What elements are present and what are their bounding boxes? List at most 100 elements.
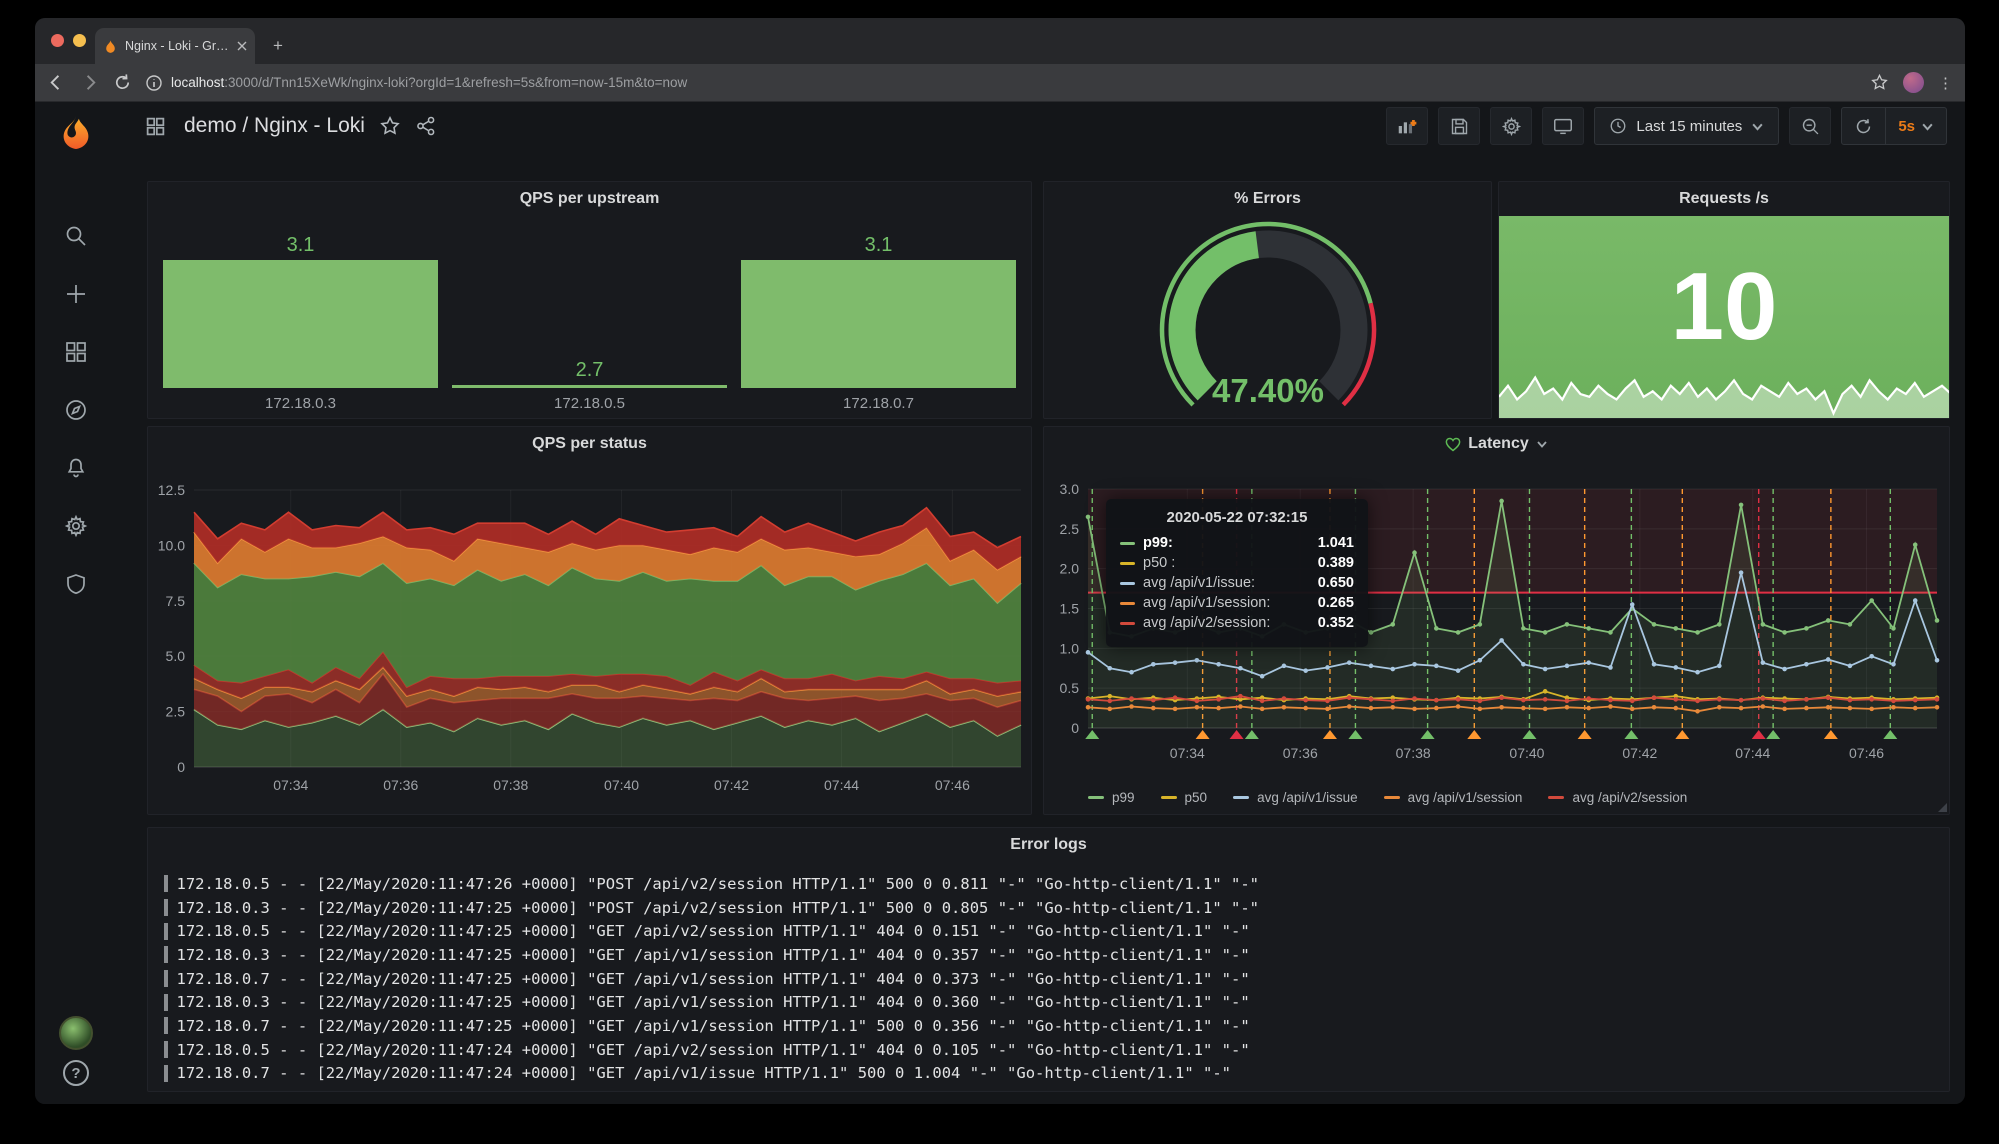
log-level-bar xyxy=(164,1017,168,1034)
legend-item[interactable]: p50 xyxy=(1161,790,1208,805)
sidebar-alerting-button[interactable] xyxy=(55,447,97,489)
log-line[interactable]: 172.18.0.5 - - [22/May/2020:11:47:26 +00… xyxy=(164,872,1939,896)
time-range-label: Last 15 minutes xyxy=(1636,118,1742,135)
log-text: 172.18.0.7 - - [22/May/2020:11:47:24 +00… xyxy=(177,1064,1232,1082)
bar-gauge-column[interactable]: 3.1172.18.0.7 xyxy=(734,216,1023,418)
log-line[interactable]: 172.18.0.7 - - [22/May/2020:11:47:25 +00… xyxy=(164,967,1939,991)
save-dashboard-button[interactable] xyxy=(1438,107,1480,145)
reload-icon[interactable] xyxy=(113,73,132,92)
errors-gauge-chart[interactable]: 47.40% xyxy=(1044,216,1493,420)
log-text: 172.18.0.5 - - [22/May/2020:11:47:24 +00… xyxy=(177,1041,1250,1059)
tooltip-row: p99:1.041 xyxy=(1120,535,1354,551)
grafana-sidebar: ? xyxy=(35,103,117,1104)
legend-item[interactable]: avg /api/v1/issue xyxy=(1233,790,1358,805)
alert-heart-icon xyxy=(1445,437,1461,452)
sidebar-server-admin-button[interactable] xyxy=(55,563,97,605)
panel-resize-handle[interactable] xyxy=(1938,803,1947,812)
tooltip-row: avg /api/v1/session:0.265 xyxy=(1120,595,1354,611)
log-text: 172.18.0.5 - - [22/May/2020:11:47:25 +00… xyxy=(177,922,1250,940)
log-line[interactable]: 172.18.0.5 - - [22/May/2020:11:47:24 +00… xyxy=(164,1038,1939,1062)
refresh-button[interactable] xyxy=(1842,108,1885,144)
bar-label: 172.18.0.5 xyxy=(554,388,625,418)
tab-close-icon[interactable] xyxy=(237,41,247,51)
back-icon[interactable] xyxy=(47,73,66,92)
dashboard-grid-icon xyxy=(145,116,166,137)
dashboard-settings-button[interactable] xyxy=(1490,107,1532,145)
svg-text:10.0: 10.0 xyxy=(158,537,185,553)
svg-text:07:46: 07:46 xyxy=(935,777,970,793)
bookmark-star-icon[interactable] xyxy=(1870,73,1889,92)
refresh-picker: 5s xyxy=(1841,107,1947,145)
tooltip-time: 2020-05-22 07:32:15 xyxy=(1120,509,1354,526)
log-level-bar xyxy=(164,970,168,987)
logs-list: 172.18.0.5 - - [22/May/2020:11:47:26 +00… xyxy=(164,872,1939,1087)
bar-gauge-column[interactable]: 2.7 172.18.0.5 xyxy=(445,216,734,418)
svg-text:0.5: 0.5 xyxy=(1060,680,1080,696)
sidebar-create-button[interactable] xyxy=(55,273,97,315)
panel-title[interactable]: QPS per upstream xyxy=(520,190,660,208)
browser-profile-avatar[interactable] xyxy=(1903,72,1924,93)
forward-icon[interactable] xyxy=(80,73,99,92)
log-line[interactable]: 172.18.0.3 - - [22/May/2020:11:47:25 +00… xyxy=(164,943,1939,967)
sidebar-explore-button[interactable] xyxy=(55,389,97,431)
zoom-out-time-button[interactable] xyxy=(1789,107,1831,145)
site-info-icon[interactable] xyxy=(146,75,162,91)
legend-item[interactable]: avg /api/v2/session xyxy=(1548,790,1687,805)
svg-text:1.0: 1.0 xyxy=(1060,640,1080,656)
panel-latency: Latency 00.51.01.52.02.53.007:3407:3607:… xyxy=(1043,426,1950,815)
help-button[interactable]: ? xyxy=(63,1060,89,1086)
bell-icon xyxy=(64,456,88,480)
sidebar-search-button[interactable] xyxy=(55,215,97,257)
log-text: 172.18.0.7 - - [22/May/2020:11:47:25 +00… xyxy=(177,970,1250,988)
compass-icon xyxy=(64,398,88,422)
share-icon[interactable] xyxy=(415,115,437,137)
browser-tab[interactable]: Nginx - Loki - Grafana xyxy=(95,28,255,64)
refresh-icon xyxy=(1854,117,1873,136)
user-avatar[interactable] xyxy=(59,1016,93,1050)
dashboard-header: demo / Nginx - Loki xyxy=(117,103,1965,149)
chevron-down-icon xyxy=(1536,438,1548,450)
panel-title[interactable]: Error logs xyxy=(1010,836,1086,854)
bar-gauge-column[interactable]: 3.1172.18.0.3 xyxy=(156,216,445,418)
panel-title[interactable]: % Errors xyxy=(1234,190,1301,208)
new-tab-button[interactable]: + xyxy=(267,35,289,57)
sidebar-configuration-button[interactable] xyxy=(55,505,97,547)
bar-value: 2.7 xyxy=(576,359,604,382)
panel-title[interactable]: Requests /s xyxy=(1679,190,1769,208)
browser-menu-icon[interactable]: ⋮ xyxy=(1938,74,1953,92)
bar-gauge-chart[interactable]: 3.1172.18.0.3 2.7 172.18.0.5 3.1172.18.0.7 xyxy=(156,216,1023,418)
bar xyxy=(741,260,1016,388)
tooltip-row: avg /api/v2/session:0.352 xyxy=(1120,615,1354,631)
dashboard-title[interactable]: demo / Nginx - Loki xyxy=(184,114,365,138)
address-bar[interactable]: localhost:3000/d/Tnn15XeWk/nginx-loki?or… xyxy=(146,75,1856,91)
tab-title: Nginx - Loki - Grafana xyxy=(125,39,230,53)
legend-item[interactable]: p99 xyxy=(1088,790,1135,805)
minimize-window-button[interactable] xyxy=(73,34,86,47)
add-panel-button[interactable] xyxy=(1386,107,1428,145)
log-text: 172.18.0.3 - - [22/May/2020:11:47:25 +00… xyxy=(177,899,1260,917)
log-line[interactable]: 172.18.0.3 - - [22/May/2020:11:47:25 +00… xyxy=(164,896,1939,920)
log-line[interactable]: 172.18.0.7 - - [22/May/2020:11:47:24 +00… xyxy=(164,1062,1939,1086)
log-line[interactable]: 172.18.0.5 - - [22/May/2020:11:47:25 +00… xyxy=(164,919,1939,943)
panel-title[interactable]: QPS per status xyxy=(532,435,647,453)
time-range-picker[interactable]: Last 15 minutes xyxy=(1594,107,1779,145)
cycle-view-mode-button[interactable] xyxy=(1542,107,1584,145)
requests-stat[interactable]: 10 xyxy=(1499,216,1949,418)
legend-item[interactable]: avg /api/v1/session xyxy=(1384,790,1523,805)
tv-icon xyxy=(1552,115,1574,137)
qps-status-chart[interactable]: 02.55.07.510.012.507:3407:3607:3807:4007… xyxy=(148,461,1033,816)
panel-title[interactable]: Latency xyxy=(1468,435,1528,453)
sidebar-dashboards-button[interactable] xyxy=(55,331,97,373)
refresh-interval-button[interactable]: 5s xyxy=(1886,108,1946,144)
requests-sparkline xyxy=(1499,356,1949,418)
log-line[interactable]: 172.18.0.3 - - [22/May/2020:11:47:25 +00… xyxy=(164,990,1939,1014)
requests-value: 10 xyxy=(1499,252,1949,362)
log-line[interactable]: 172.18.0.7 - - [22/May/2020:11:47:25 +00… xyxy=(164,1014,1939,1038)
close-window-button[interactable] xyxy=(51,34,64,47)
svg-text:07:40: 07:40 xyxy=(1509,745,1544,761)
add-panel-icon xyxy=(1396,115,1418,137)
log-text: 172.18.0.7 - - [22/May/2020:11:47:25 +00… xyxy=(177,1017,1250,1035)
favorite-star-icon[interactable] xyxy=(379,115,401,137)
grafana-logo-icon[interactable] xyxy=(53,113,99,159)
log-text: 172.18.0.3 - - [22/May/2020:11:47:25 +00… xyxy=(177,993,1250,1011)
